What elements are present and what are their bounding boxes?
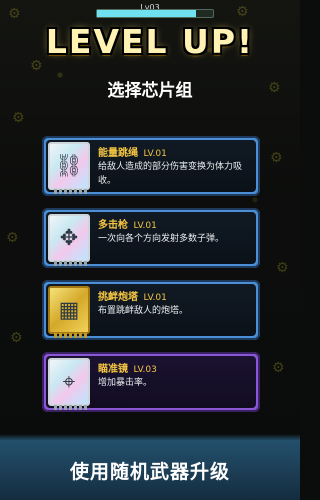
turret-icon: ▦ (58, 297, 80, 323)
card-inner: ▦ 挑衅炮塔 LV.01 布置跳衅敌人的炮塔。 (46, 284, 256, 338)
level-up-title: LEVEL UP! (0, 22, 300, 61)
scope-icon: ⌖ (62, 369, 76, 395)
chip-icon-box: ⌖ (48, 358, 90, 410)
card-name-text: 多击枪 (98, 220, 128, 231)
card-description: 增加暴击率。 (98, 378, 153, 388)
xp-fill (97, 10, 196, 17)
card-description: 一次向各个方向发射多数子弹。 (98, 234, 225, 244)
card-description: 布置跳衅敌人的炮塔。 (98, 306, 189, 316)
chip-pins (54, 333, 88, 338)
card-name: 能量跳绳 LV.01 (98, 144, 167, 159)
choose-chipset-label: 选择芯片组 (107, 81, 193, 101)
card-name-text: 挑衅炮塔 (98, 292, 138, 303)
chip-card-scope[interactable]: ⌖ 瞄准镜 LV.03 增加暴击率。 (42, 352, 260, 412)
multi-gun-icon: ✥ (59, 225, 79, 251)
card-inner: ⛓ 能量跳绳 LV.01 给敌人造成的部分伤害变换为体力吸收。 (46, 140, 256, 194)
gear-icon: ⚙ (12, 110, 25, 126)
chip-pins (54, 405, 88, 410)
chip-pins (54, 261, 88, 266)
xp-bar (96, 9, 214, 18)
gear-icon: ⚙ (276, 260, 289, 276)
card-level: LV.01 (143, 149, 167, 159)
gear-icon: ⚙ (270, 150, 283, 166)
gear-icon: ⚙ (272, 360, 285, 376)
card-name-text: 瞄准镜 (98, 364, 128, 375)
card-name: 挑衅炮塔 LV.01 (98, 288, 167, 303)
gear-icon: ⚙ (6, 230, 19, 246)
chip-card-taunt-turret[interactable]: ▦ 挑衅炮塔 LV.01 布置跳衅敌人的炮塔。 (42, 280, 260, 340)
chip-icon-box: ⛓ (48, 142, 90, 194)
chip-card-energy-rope[interactable]: ⛓ 能量跳绳 LV.01 给敌人造成的部分伤害变换为体力吸收。 (42, 136, 260, 196)
card-inner: ⌖ 瞄准镜 LV.03 增加暴击率。 (46, 356, 256, 410)
card-level: LV.03 (133, 365, 157, 375)
card-description: 给敌人造成的部分伤害变换为体力吸收。 (98, 162, 243, 186)
robot-arm-icon: ⛓ (55, 153, 83, 179)
card-inner: ✥ 多击枪 LV.01 一次向各个方向发射多数子弹。 (46, 212, 256, 266)
gear-icon: ⚙ (10, 330, 23, 346)
chip-icon-box: ▦ (48, 286, 90, 338)
card-level: LV.01 (133, 221, 157, 231)
banner-text: 使用随机武器升级 (69, 460, 230, 483)
card-name-text: 能量跳绳 (98, 148, 138, 159)
card-level: LV.01 (143, 293, 167, 303)
chip-card-multi-gun[interactable]: ✥ 多击枪 LV.01 一次向各个方向发射多数子弹。 (42, 208, 260, 268)
card-name: 瞄准镜 LV.03 (98, 360, 157, 375)
promo-banner: 使用随机武器升级 (0, 434, 300, 500)
chip-pins (54, 189, 88, 194)
chip-icon-box: ✥ (48, 214, 90, 266)
card-name: 多击枪 LV.01 (98, 216, 157, 231)
